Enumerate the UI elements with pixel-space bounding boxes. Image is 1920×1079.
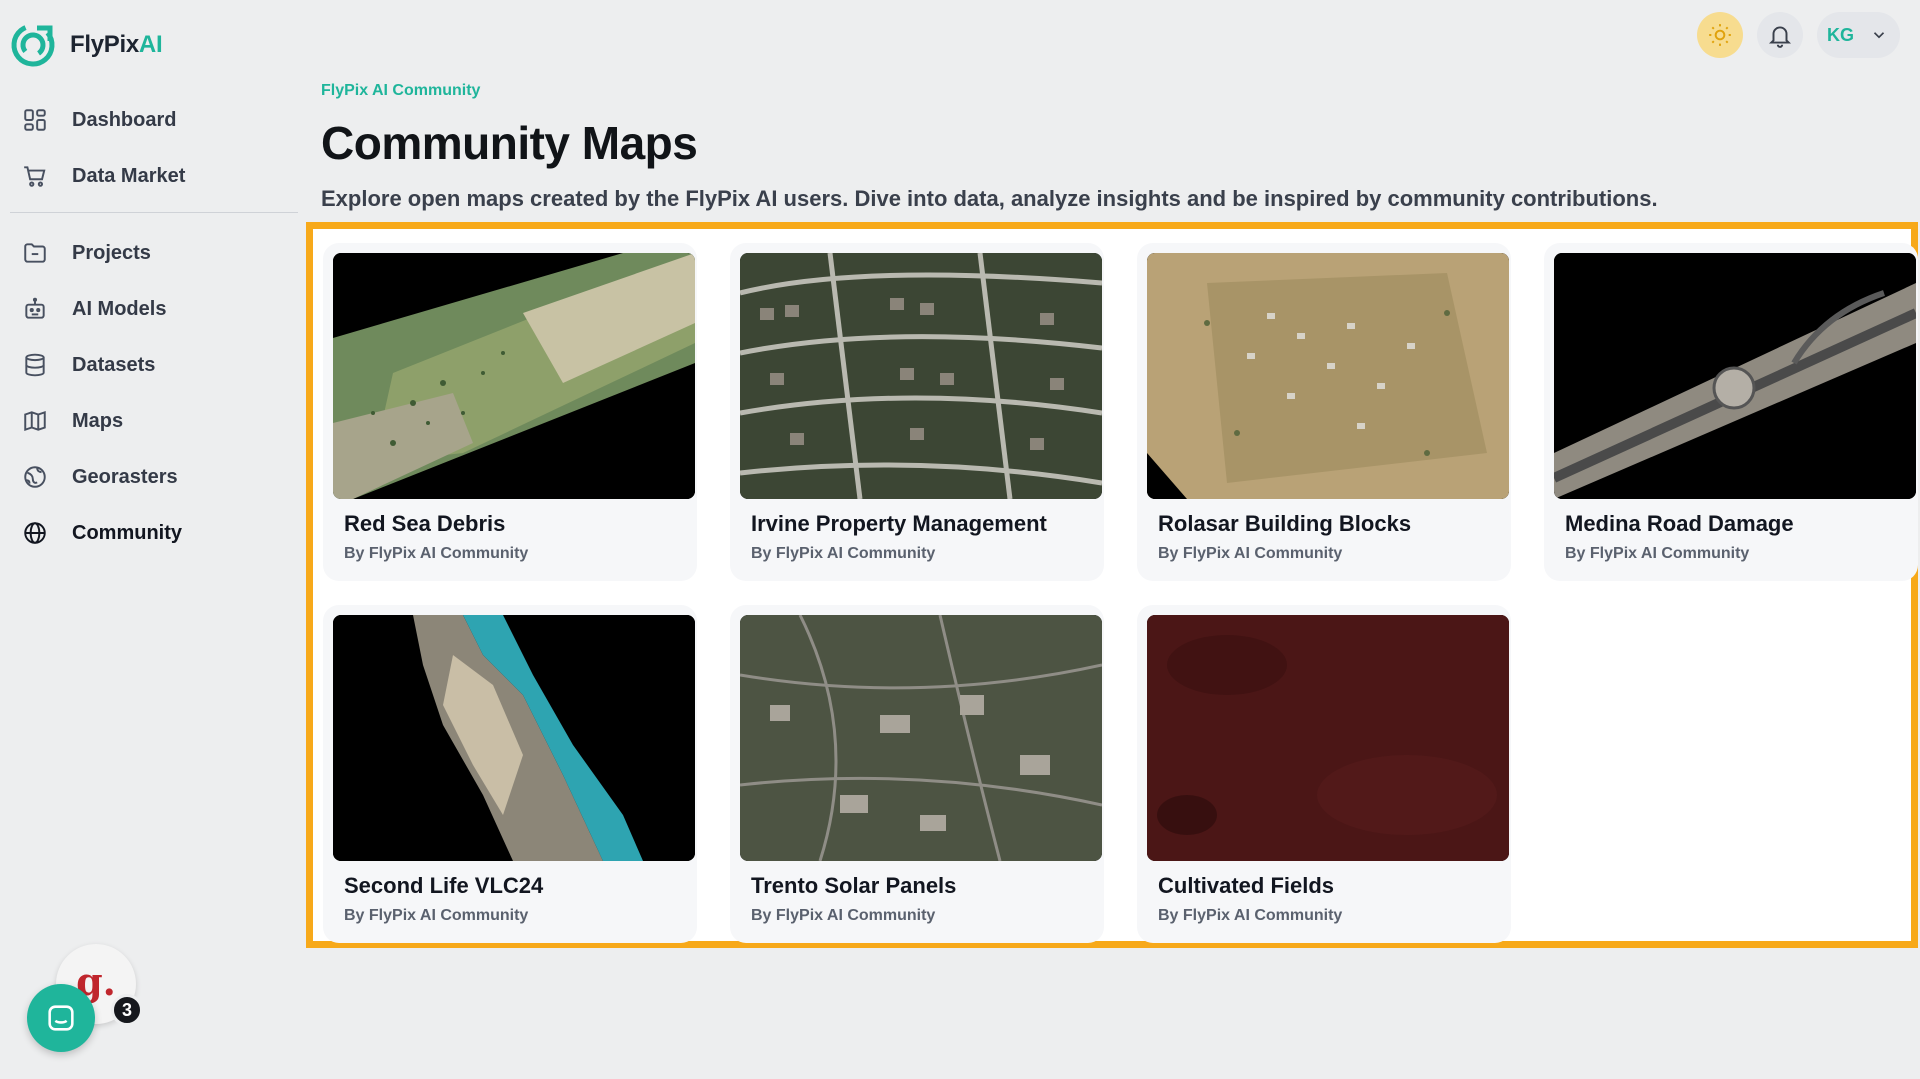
map-card-title: Red Sea Debris [344,511,506,536]
user-initials: KG [1827,24,1854,45]
map-card-red-sea-debris[interactable]: Red Sea Debris By FlyPix AI Community [323,243,697,581]
map-card-rolasar-building[interactable]: Rolasar Building Blocks By FlyPix AI Com… [1137,243,1511,581]
user-menu-button[interactable]: KG [1817,12,1900,58]
chat-launcher-button[interactable] [27,984,95,1052]
map-card-author: By FlyPix AI Community [1158,545,1343,562]
map-thumbnail [333,615,695,861]
breadcrumb[interactable]: FlyPix AI Community [321,82,480,100]
notifications-button[interactable] [1757,12,1803,58]
page-title: Community Maps [321,117,698,169]
map-card-title: Medina Road Damage [1565,511,1794,536]
map-thumbnail [333,253,695,499]
map-card-trento-solar[interactable]: Trento Solar Panels By FlyPix AI Communi… [730,605,1104,943]
map-icon [24,410,46,432]
map-card-author: By FlyPix AI Community [344,545,529,562]
map-card-title: Irvine Property Management [751,511,1047,536]
sidebar-item-maps[interactable]: Maps [10,393,298,449]
map-card-author: By FlyPix AI Community [1565,545,1750,562]
folder-icon [24,243,46,263]
sun-icon [1709,24,1731,46]
maps-grid-highlight: Red Sea Debris By FlyPix AI Community Ir… [306,222,1918,948]
sidebar-item-data-market[interactable]: Data Market [10,148,298,204]
globe-icon [24,522,46,544]
sidebar-nav: Dashboard Data Market Projects AI Models… [10,92,298,561]
chevron-down-icon [1873,32,1885,39]
sidebar-item-label: Community [72,521,182,544]
globe-grid-icon [24,466,46,488]
sidebar-item-projects[interactable]: Projects [10,225,298,281]
page-subtitle: Explore open maps created by the FlyPix … [321,186,1658,211]
sidebar-item-label: Dashboard [72,108,177,131]
map-card-author: By FlyPix AI Community [751,907,936,924]
map-card-cultivated-fields[interactable]: Cultivated Fields By FlyPix AI Community [1137,605,1511,943]
map-card-author: By FlyPix AI Community [1158,907,1343,924]
chat-icon [48,1005,74,1031]
map-thumbnail [1147,615,1509,861]
map-thumbnail [740,615,1102,861]
sidebar-item-label: Maps [72,409,124,432]
cart-icon [24,166,46,187]
sidebar-item-georasters[interactable]: Georasters [10,449,298,505]
map-card-title: Cultivated Fields [1158,873,1335,898]
theme-toggle-button[interactable] [1697,12,1743,58]
sidebar-item-dashboard[interactable]: Dashboard [10,92,298,148]
map-thumbnail [1147,253,1509,499]
map-card-title: Rolasar Building Blocks [1158,511,1412,536]
sidebar-item-label: Projects [72,241,151,264]
sidebar-item-label: Georasters [72,465,178,488]
notification-count-badge: 3 [111,994,143,1026]
bell-icon [1768,26,1792,48]
app-logo[interactable]: FlyPixAI [10,22,163,68]
sidebar-item-ai-models[interactable]: AI Models [10,281,298,337]
sidebar-item-label: Data Market [72,164,186,187]
map-card-author: By FlyPix AI Community [344,907,529,924]
sidebar-divider [10,212,298,213]
brand-name: FlyPixAI [70,31,163,58]
robot-icon [25,297,45,319]
map-card-irvine-property[interactable]: Irvine Property Management By FlyPix AI … [730,243,1104,581]
header-controls: KG [1697,12,1900,58]
sidebar-item-label: Datasets [72,353,156,376]
sidebar-item-label: AI Models [72,297,167,320]
map-card-author: By FlyPix AI Community [751,545,936,562]
map-card-medina-road[interactable]: Medina Road Damage By FlyPix AI Communit… [1544,243,1918,581]
map-thumbnail [1554,253,1916,499]
database-icon [25,353,45,377]
dashboard-icon [24,109,46,131]
flypix-logo-icon [11,23,55,67]
sidebar-item-community[interactable]: Community [10,505,298,561]
map-card-title: Second Life VLC24 [344,873,544,898]
map-thumbnail [740,253,1102,499]
map-card-title: Trento Solar Panels [751,873,957,898]
map-card-second-life[interactable]: Second Life VLC24 By FlyPix AI Community [323,605,697,943]
sidebar-item-datasets[interactable]: Datasets [10,337,298,393]
